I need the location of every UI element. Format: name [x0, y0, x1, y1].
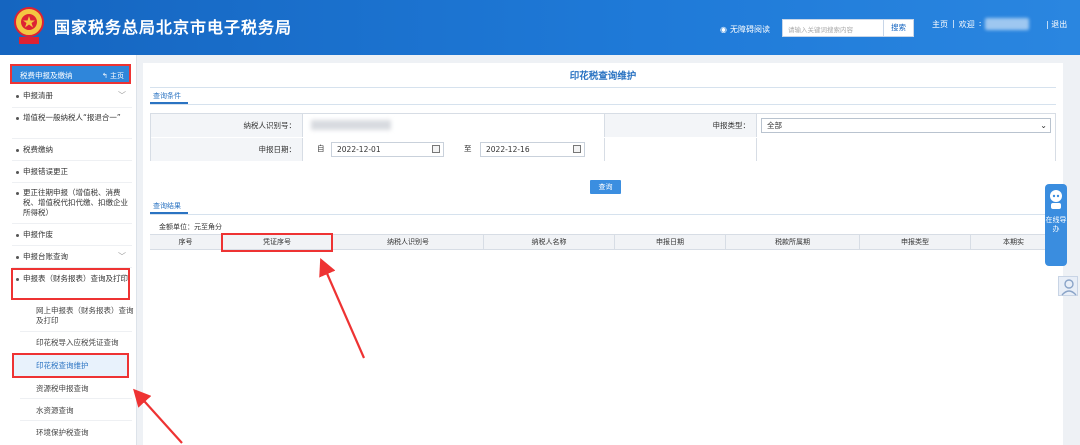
annotation-arrows: [133, 257, 366, 444]
arrow-to-column: [319, 257, 366, 359]
arrow-to-sidebar: [133, 388, 183, 444]
